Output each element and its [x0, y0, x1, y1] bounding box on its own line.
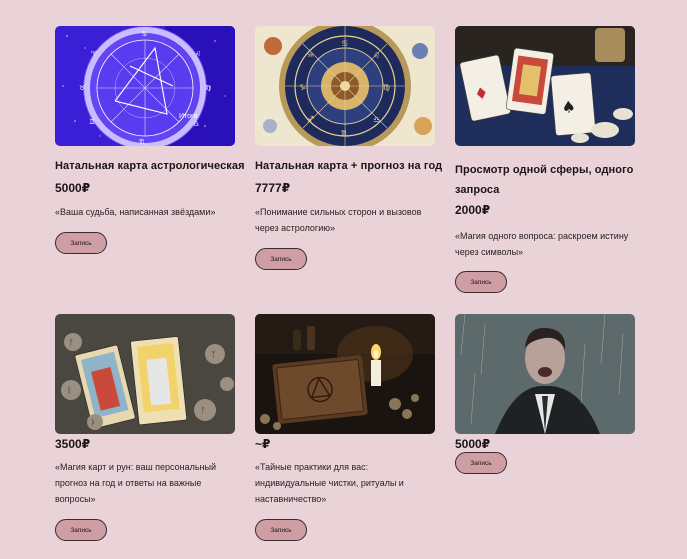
product-title: Натальная карта + прогноз на год	[255, 160, 443, 172]
product-description: «Ваша судьба, написанная звёздами»	[55, 207, 216, 217]
product-title: Просмотр одной сферы, одного запроса	[455, 164, 634, 196]
svg-text:♒: ♒	[307, 51, 314, 60]
svg-text:♋: ♋	[341, 39, 348, 48]
svg-text:♠: ♠	[561, 97, 577, 117]
zodiac-wheel-image[interactable]: ♋ ♌ ♍ ♎ ♏ ♐ ♑ ♒	[255, 26, 435, 146]
product-price: ~₽	[255, 437, 271, 451]
svg-text:♌: ♌	[195, 50, 201, 58]
tarot-cards-image[interactable]: ♦ ♠	[455, 26, 635, 146]
product-price: 2000₽	[455, 203, 491, 217]
book-button[interactable]: Запись	[255, 248, 307, 270]
svg-text:♊: ♊	[89, 118, 95, 126]
crying-man-in-rain-image[interactable]	[455, 314, 635, 434]
svg-text:♍: ♍	[383, 83, 390, 92]
product-price: 5000₽	[55, 181, 91, 195]
svg-text:♏: ♏	[341, 129, 349, 138]
svg-text:♌: ♌	[373, 51, 380, 60]
svg-text:ᚦ: ᚦ	[91, 418, 96, 427]
product-card-natal-chart: ♈ ♉ ♊ ♋ ♌ ♍ ♎ ♏ Итоги Натальная карта астроло…	[55, 26, 245, 254]
svg-text:♉: ♉	[79, 84, 85, 92]
natal-chart-image[interactable]: ♈ ♉ ♊ ♋ ♌ ♍ ♎ ♏ Итоги	[55, 26, 235, 146]
product-card-secret-practices: ~₽ «Тайные практики для вас: индивидуаль…	[255, 314, 435, 541]
svg-text:Итоги: Итоги	[179, 113, 198, 120]
svg-text:♈: ♈	[91, 50, 98, 58]
svg-text:♍: ♍	[205, 84, 212, 92]
product-card-single-query: ♦ ♠ Просмотр одной сферы, одного запроса…	[455, 26, 635, 293]
ritual-book-image[interactable]	[255, 314, 435, 434]
book-button[interactable]: Запись	[455, 271, 507, 293]
product-card-cards-runes: ᚠ ᚱ ᚦ ᛉ ᚨ 3500₽ «Магия карт и рун: ваш перс…	[55, 314, 235, 541]
product-price: 5000₽	[455, 437, 491, 451]
product-description: «Магия одного вопроса: раскроем истину ч…	[455, 231, 629, 257]
svg-text:♋: ♋	[141, 30, 147, 38]
tarot-runes-image[interactable]: ᚠ ᚱ ᚦ ᛉ ᚨ	[55, 314, 235, 434]
product-card-natal-forecast: ♋ ♌ ♍ ♎ ♏ ♐ ♑ ♒ Натальная карта + прогноз на …	[255, 26, 442, 270]
product-description: «Тайные практики для вас: индивидуальные…	[255, 462, 404, 504]
product-title: Натальная карта астрологическая	[55, 160, 245, 172]
svg-text:ᚱ: ᚱ	[67, 386, 72, 395]
svg-text:♐: ♐	[307, 115, 314, 124]
product-card-crying-man: 5000₽ Запись	[455, 314, 635, 474]
product-description: «Магия карт и рун: ваш персональный прог…	[55, 462, 217, 504]
svg-text:ᚠ: ᚠ	[69, 338, 74, 347]
svg-text:♎: ♎	[373, 115, 380, 124]
svg-text:♎: ♎	[193, 120, 199, 128]
product-price: 3500₽	[55, 437, 91, 451]
product-description: «Понимание сильных сторон и вызовов чере…	[255, 207, 422, 233]
svg-text:♏: ♏	[139, 138, 146, 146]
book-button[interactable]: Запись	[455, 452, 507, 474]
svg-text:ᚨ: ᚨ	[201, 406, 206, 415]
svg-text:ᛉ: ᛉ	[211, 350, 216, 359]
svg-text:♑: ♑	[299, 83, 306, 92]
book-button[interactable]: Запись	[255, 519, 307, 541]
book-button[interactable]: Запись	[55, 519, 107, 541]
product-price: 7777₽	[255, 181, 291, 195]
book-button[interactable]: Запись	[55, 232, 107, 254]
